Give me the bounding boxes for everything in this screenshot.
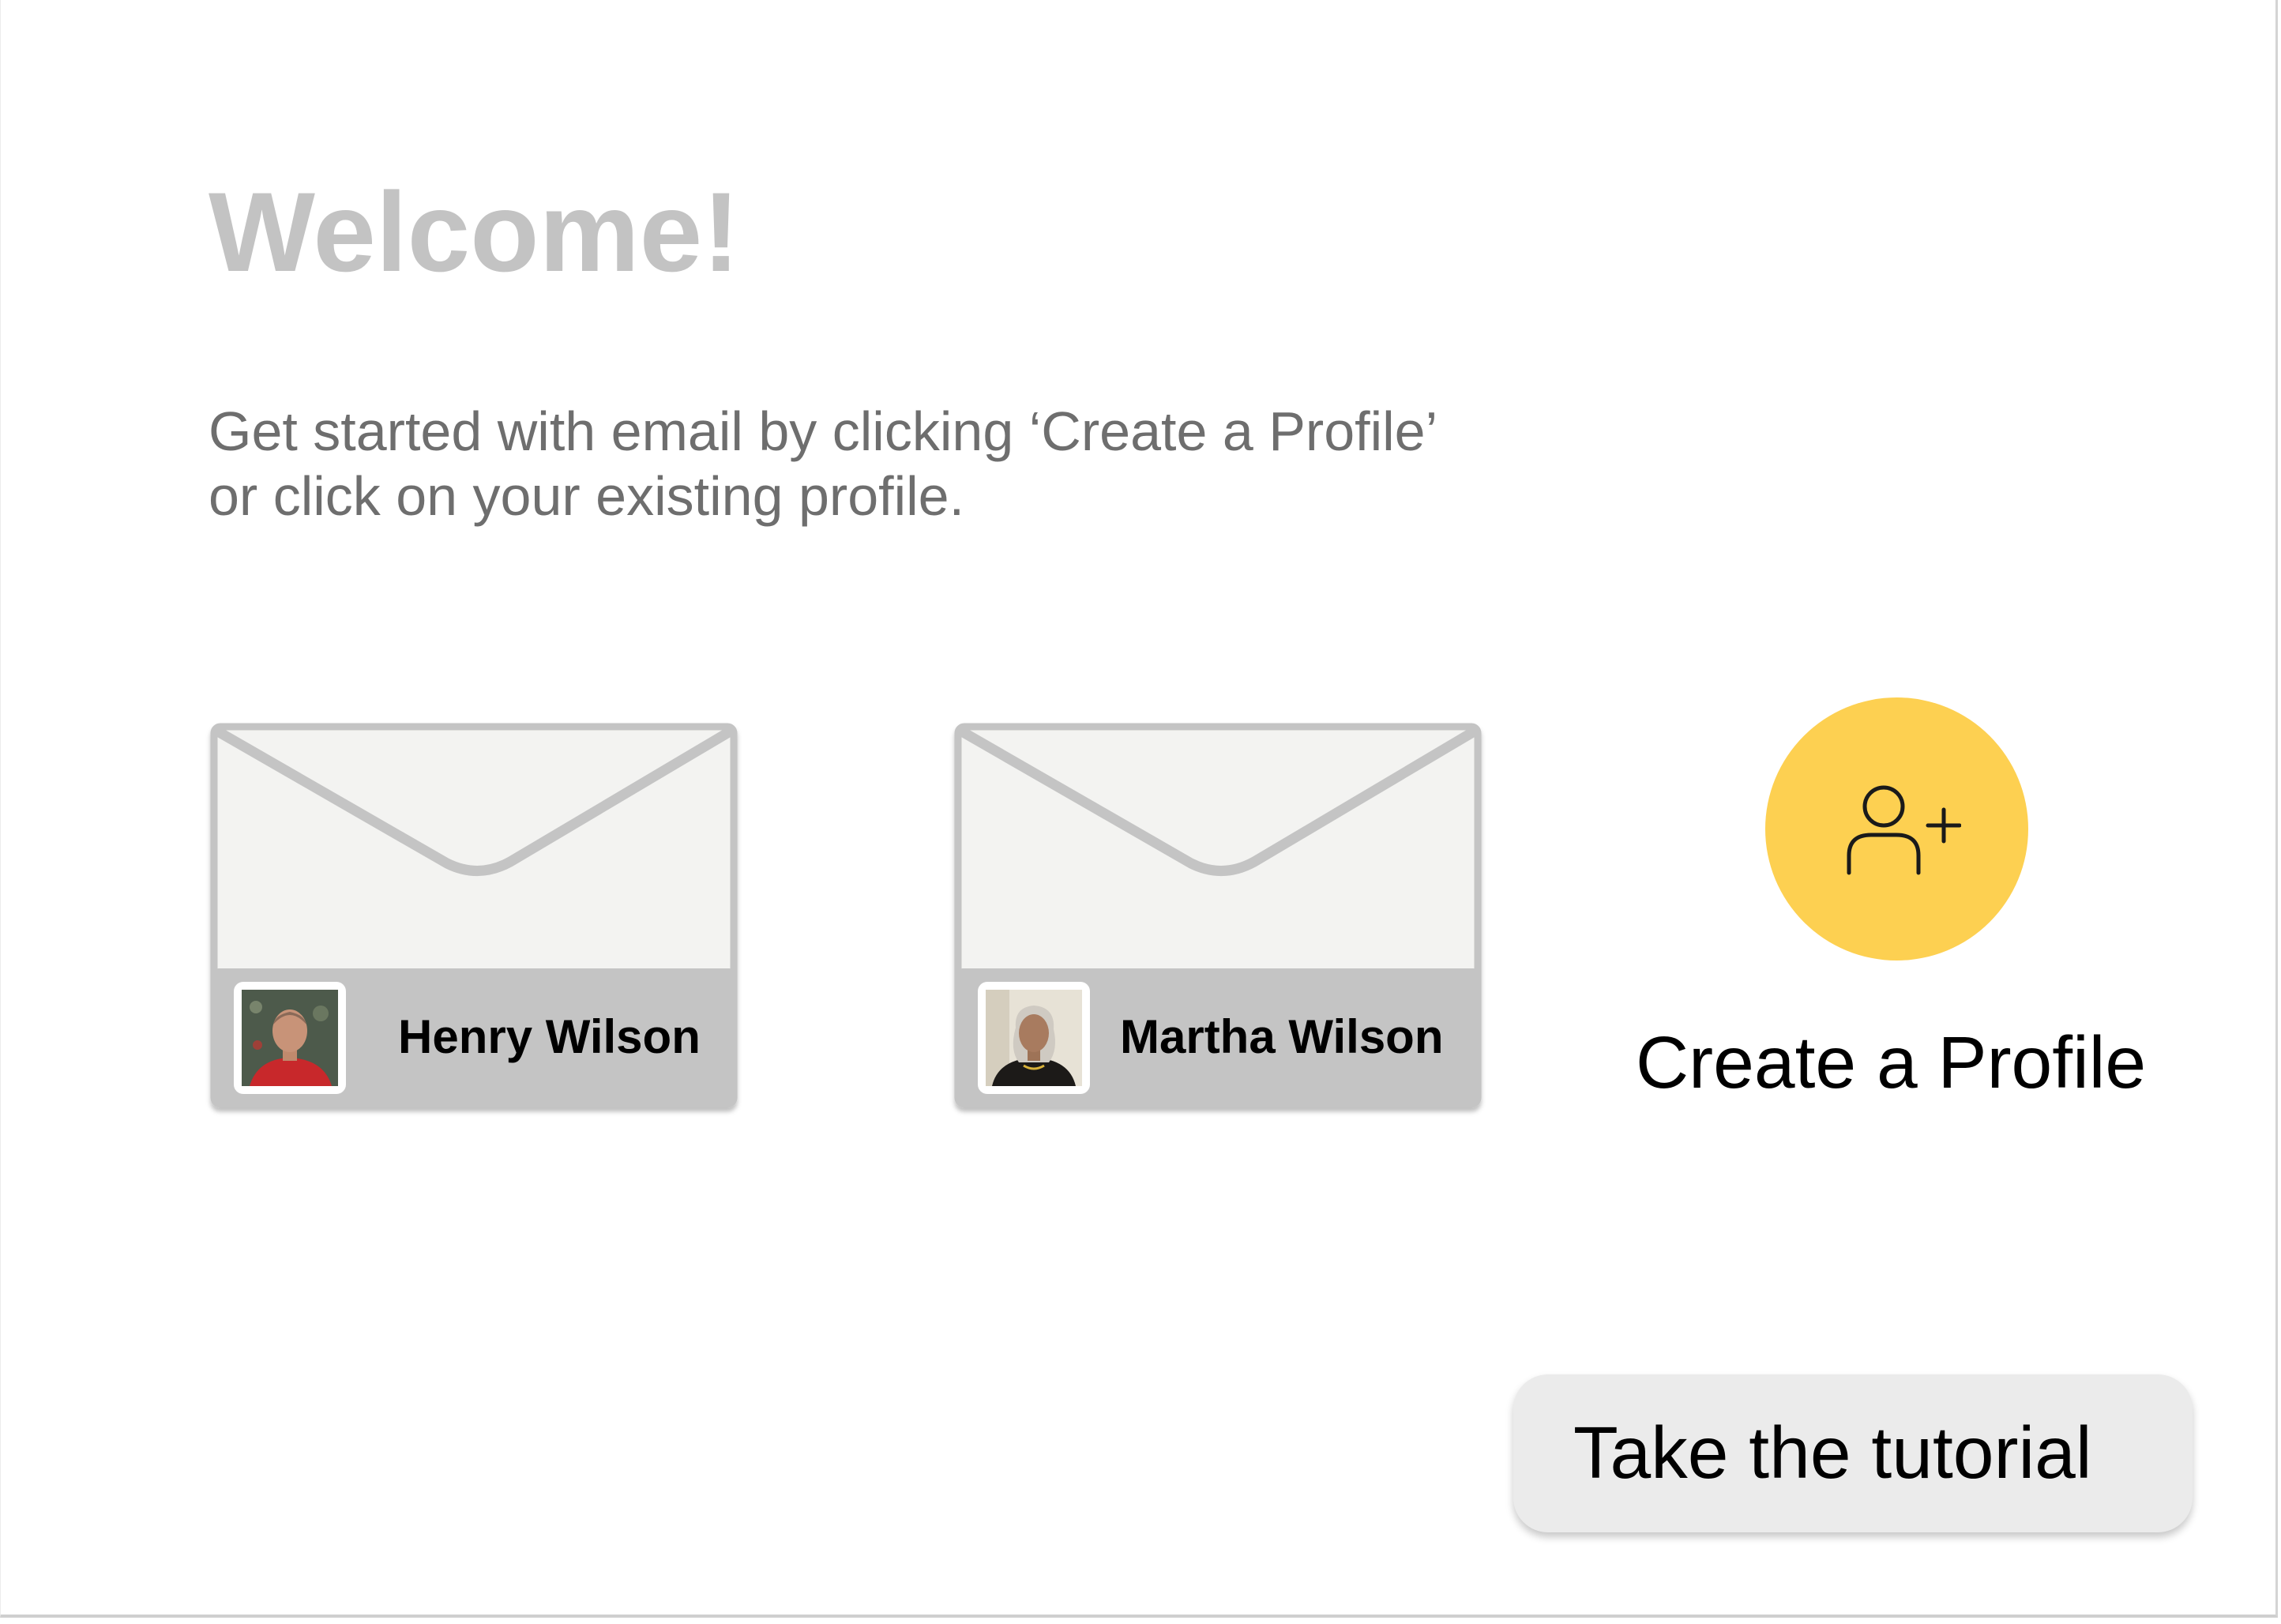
create-profile-button[interactable] bbox=[1765, 697, 2028, 960]
martha-avatar-photo bbox=[978, 982, 1090, 1094]
page-title: Welcome! bbox=[209, 170, 740, 295]
instructions-line-1: Get started with email by clicking ‘Crea… bbox=[209, 400, 1438, 462]
take-tutorial-label: Take the tutorial bbox=[1573, 1412, 2092, 1494]
profile-card-martha-wilson[interactable]: Martha Wilson bbox=[954, 721, 1482, 1110]
profile-card-henry-wilson[interactable]: Henry Wilson bbox=[210, 721, 738, 1110]
app-window: Welcome! Get started with email by click… bbox=[0, 0, 2278, 1618]
instructions-line-2: or click on your existing profile. bbox=[209, 465, 965, 527]
add-user-icon bbox=[1847, 785, 1961, 875]
create-profile-label[interactable]: Create a Profile bbox=[1636, 1019, 2146, 1106]
profile-name: Henry Wilson bbox=[398, 1010, 701, 1063]
instructions-text: Get started with email by clicking ‘Crea… bbox=[209, 399, 1437, 528]
henry-avatar-photo bbox=[234, 982, 346, 1094]
take-tutorial-button[interactable]: Take the tutorial bbox=[1513, 1374, 2193, 1532]
profile-name: Martha Wilson bbox=[1120, 1010, 1444, 1063]
